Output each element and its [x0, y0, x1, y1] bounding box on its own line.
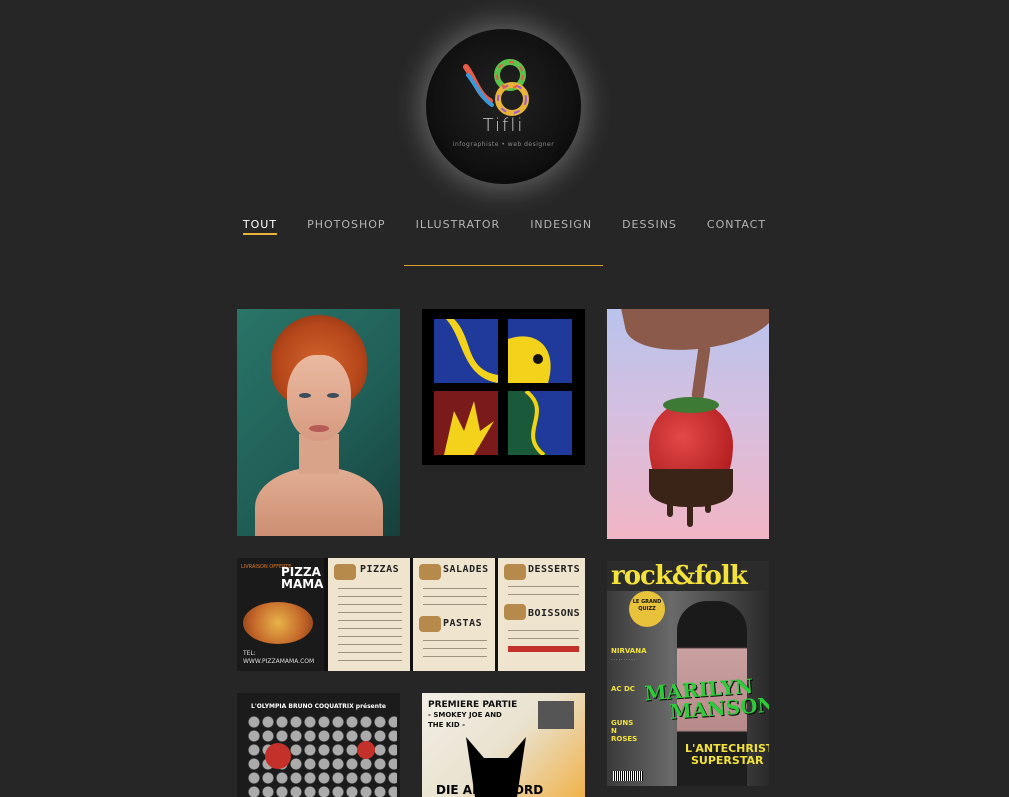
- strawberry-leaf: [663, 397, 719, 413]
- menu-line: [423, 588, 487, 589]
- nav-item-illustrator[interactable]: ILLUSTRATOR: [416, 218, 501, 235]
- nav-item-indesign[interactable]: INDESIGN: [530, 218, 592, 235]
- menu-heading-pastas: PASTAS: [443, 618, 483, 629]
- chocolate-drip: [687, 501, 693, 527]
- concert-photo: [538, 701, 574, 729]
- menu-url: WWW.PIZZAMAMA.COM: [243, 658, 315, 665]
- menu-heading-salades: SALADES: [443, 564, 489, 575]
- abstract-panel-2: [508, 319, 572, 383]
- portfolio-item-pizza-menu[interactable]: LIVRAISON OFFERTE PIZZA MAMA TEL: WWW.PI…: [237, 558, 585, 671]
- portrait-shoulders: [255, 467, 383, 536]
- portrait-lips: [309, 425, 329, 432]
- menu-line: [508, 594, 579, 595]
- menu-line: [338, 628, 402, 629]
- menu-line: [338, 588, 402, 589]
- menu-thumb: [419, 564, 441, 580]
- menu-page-pizzas: PIZZAS: [326, 558, 410, 671]
- abstract-shape-4: [524, 389, 572, 457]
- abstract-shape-3: [444, 401, 494, 455]
- menu-thumb: [419, 616, 441, 632]
- portfolio-item-portrait[interactable]: [237, 309, 400, 536]
- menu-cover: LIVRAISON OFFERTE PIZZA MAMA TEL: WWW.PI…: [237, 558, 324, 671]
- portfolio-item-abstract[interactable]: [422, 309, 585, 465]
- nav-item-dessins[interactable]: DESSINS: [622, 218, 677, 235]
- concert-header-line1: PREMIERE PARTIE: [428, 700, 518, 710]
- logo-title: Tifli: [482, 115, 525, 136]
- menu-thumb: [504, 604, 526, 620]
- menu-thumb: [334, 564, 356, 580]
- menu-cover-title: PIZZA MAMA: [281, 566, 323, 590]
- menu-line: [338, 636, 402, 637]
- abstract-shape-2: [508, 336, 551, 383]
- barcode-icon: [613, 771, 643, 781]
- abstract-panel-1: [434, 319, 498, 383]
- pizza-image: [243, 602, 313, 644]
- finger-shape: [691, 342, 711, 402]
- abstract-panel-3: [434, 391, 498, 455]
- abstract-panel-4: [508, 389, 572, 457]
- portrait-eye-right: [327, 393, 339, 398]
- poster-red-dot: [265, 743, 291, 769]
- magazine-side-heading-1: NIRVANA: [611, 647, 647, 655]
- magazine-headline: MARILYN MANSON: [644, 674, 769, 724]
- menu-page-desserts: DESSERTS BOISSONS: [496, 558, 585, 671]
- magazine-subheadline: L'ANTECHRIST SUPERSTAR: [685, 743, 769, 767]
- portfolio-item-magazine[interactable]: rock&folk LE GRAND QUIZZ NIRVANA · · · ·…: [607, 561, 769, 786]
- site-logo[interactable]: Tifli infographiste • web designer: [426, 29, 581, 184]
- chocolate-drip: [705, 499, 711, 513]
- portrait-eye-left: [299, 393, 311, 398]
- menu-page-salades: SALADES PASTAS: [411, 558, 495, 671]
- magazine-side-heading-2: AC DC: [611, 685, 635, 693]
- concert-header-line3: THE KID -: [428, 721, 466, 729]
- main-nav: TOUT PHOTOSHOP ILLUSTRATOR INDESIGN DESS…: [0, 218, 1009, 235]
- menu-tel-label: TEL:: [243, 650, 256, 657]
- abstract-shape-1: [446, 319, 498, 383]
- menu-heading-desserts: DESSERTS: [528, 564, 581, 575]
- magazine-side-heading-3: GUNS N ROSES: [611, 719, 638, 743]
- menu-line: [423, 656, 487, 657]
- menu-line: [508, 638, 579, 639]
- concert-header-line2: - SMOKEY JOE AND: [428, 711, 502, 719]
- concert-poster-header: PREMIERE PARTIE - SMOKEY JOE AND THE KID…: [428, 700, 517, 730]
- menu-heading-pizzas: PIZZAS: [360, 564, 400, 575]
- menu-line: [338, 620, 402, 621]
- menu-red-band: [508, 646, 579, 652]
- menu-line: [423, 648, 487, 649]
- portfolio-item-strawberry[interactable]: [607, 309, 769, 539]
- menu-cover-contact: TEL: WWW.PIZZAMAMA.COM: [243, 650, 314, 666]
- nav-item-photoshop[interactable]: PHOTOSHOP: [307, 218, 386, 235]
- menu-line: [508, 630, 579, 631]
- magazine-badge: LE GRAND QUIZZ: [629, 591, 665, 627]
- portfolio-item-concert-poster[interactable]: PREMIERE PARTIE - SMOKEY JOE AND THE KID…: [422, 693, 585, 797]
- section-divider: [404, 265, 603, 266]
- menu-line: [338, 652, 402, 653]
- menu-line: [338, 596, 402, 597]
- logo-subtitle: infographiste • web designer: [452, 141, 555, 148]
- nav-item-contact[interactable]: CONTACT: [707, 218, 766, 235]
- menu-cover-title-line2: MAMA: [281, 577, 324, 591]
- portfolio-item-olympia-poster[interactable]: L'OLYMPIA BRUNO COQUATRIX présente: [237, 693, 400, 797]
- magazine-subheadline-line2: SUPERSTAR: [691, 754, 764, 767]
- chocolate-drip: [667, 499, 673, 517]
- hand-shape: [620, 309, 769, 364]
- magazine-side-text: · · · · · · · · · ·: [611, 657, 636, 662]
- poster-header: L'OLYMPIA BRUNO COQUATRIX présente: [251, 703, 386, 710]
- menu-heading-boissons: BOISSONS: [528, 608, 581, 619]
- menu-line: [338, 660, 402, 661]
- nav-item-tout[interactable]: TOUT: [242, 218, 278, 235]
- concert-band-name: DIE ANTWOORD: [436, 783, 544, 797]
- magazine-masthead: rock&folk: [611, 561, 748, 591]
- menu-line: [338, 644, 402, 645]
- menu-thumb: [504, 564, 526, 580]
- menu-line: [423, 596, 487, 597]
- menu-line: [423, 604, 487, 605]
- menu-line: [338, 604, 402, 605]
- menu-line: [508, 586, 579, 587]
- menu-line: [423, 640, 487, 641]
- menu-line: [338, 612, 402, 613]
- poster-red-dot: [357, 741, 375, 759]
